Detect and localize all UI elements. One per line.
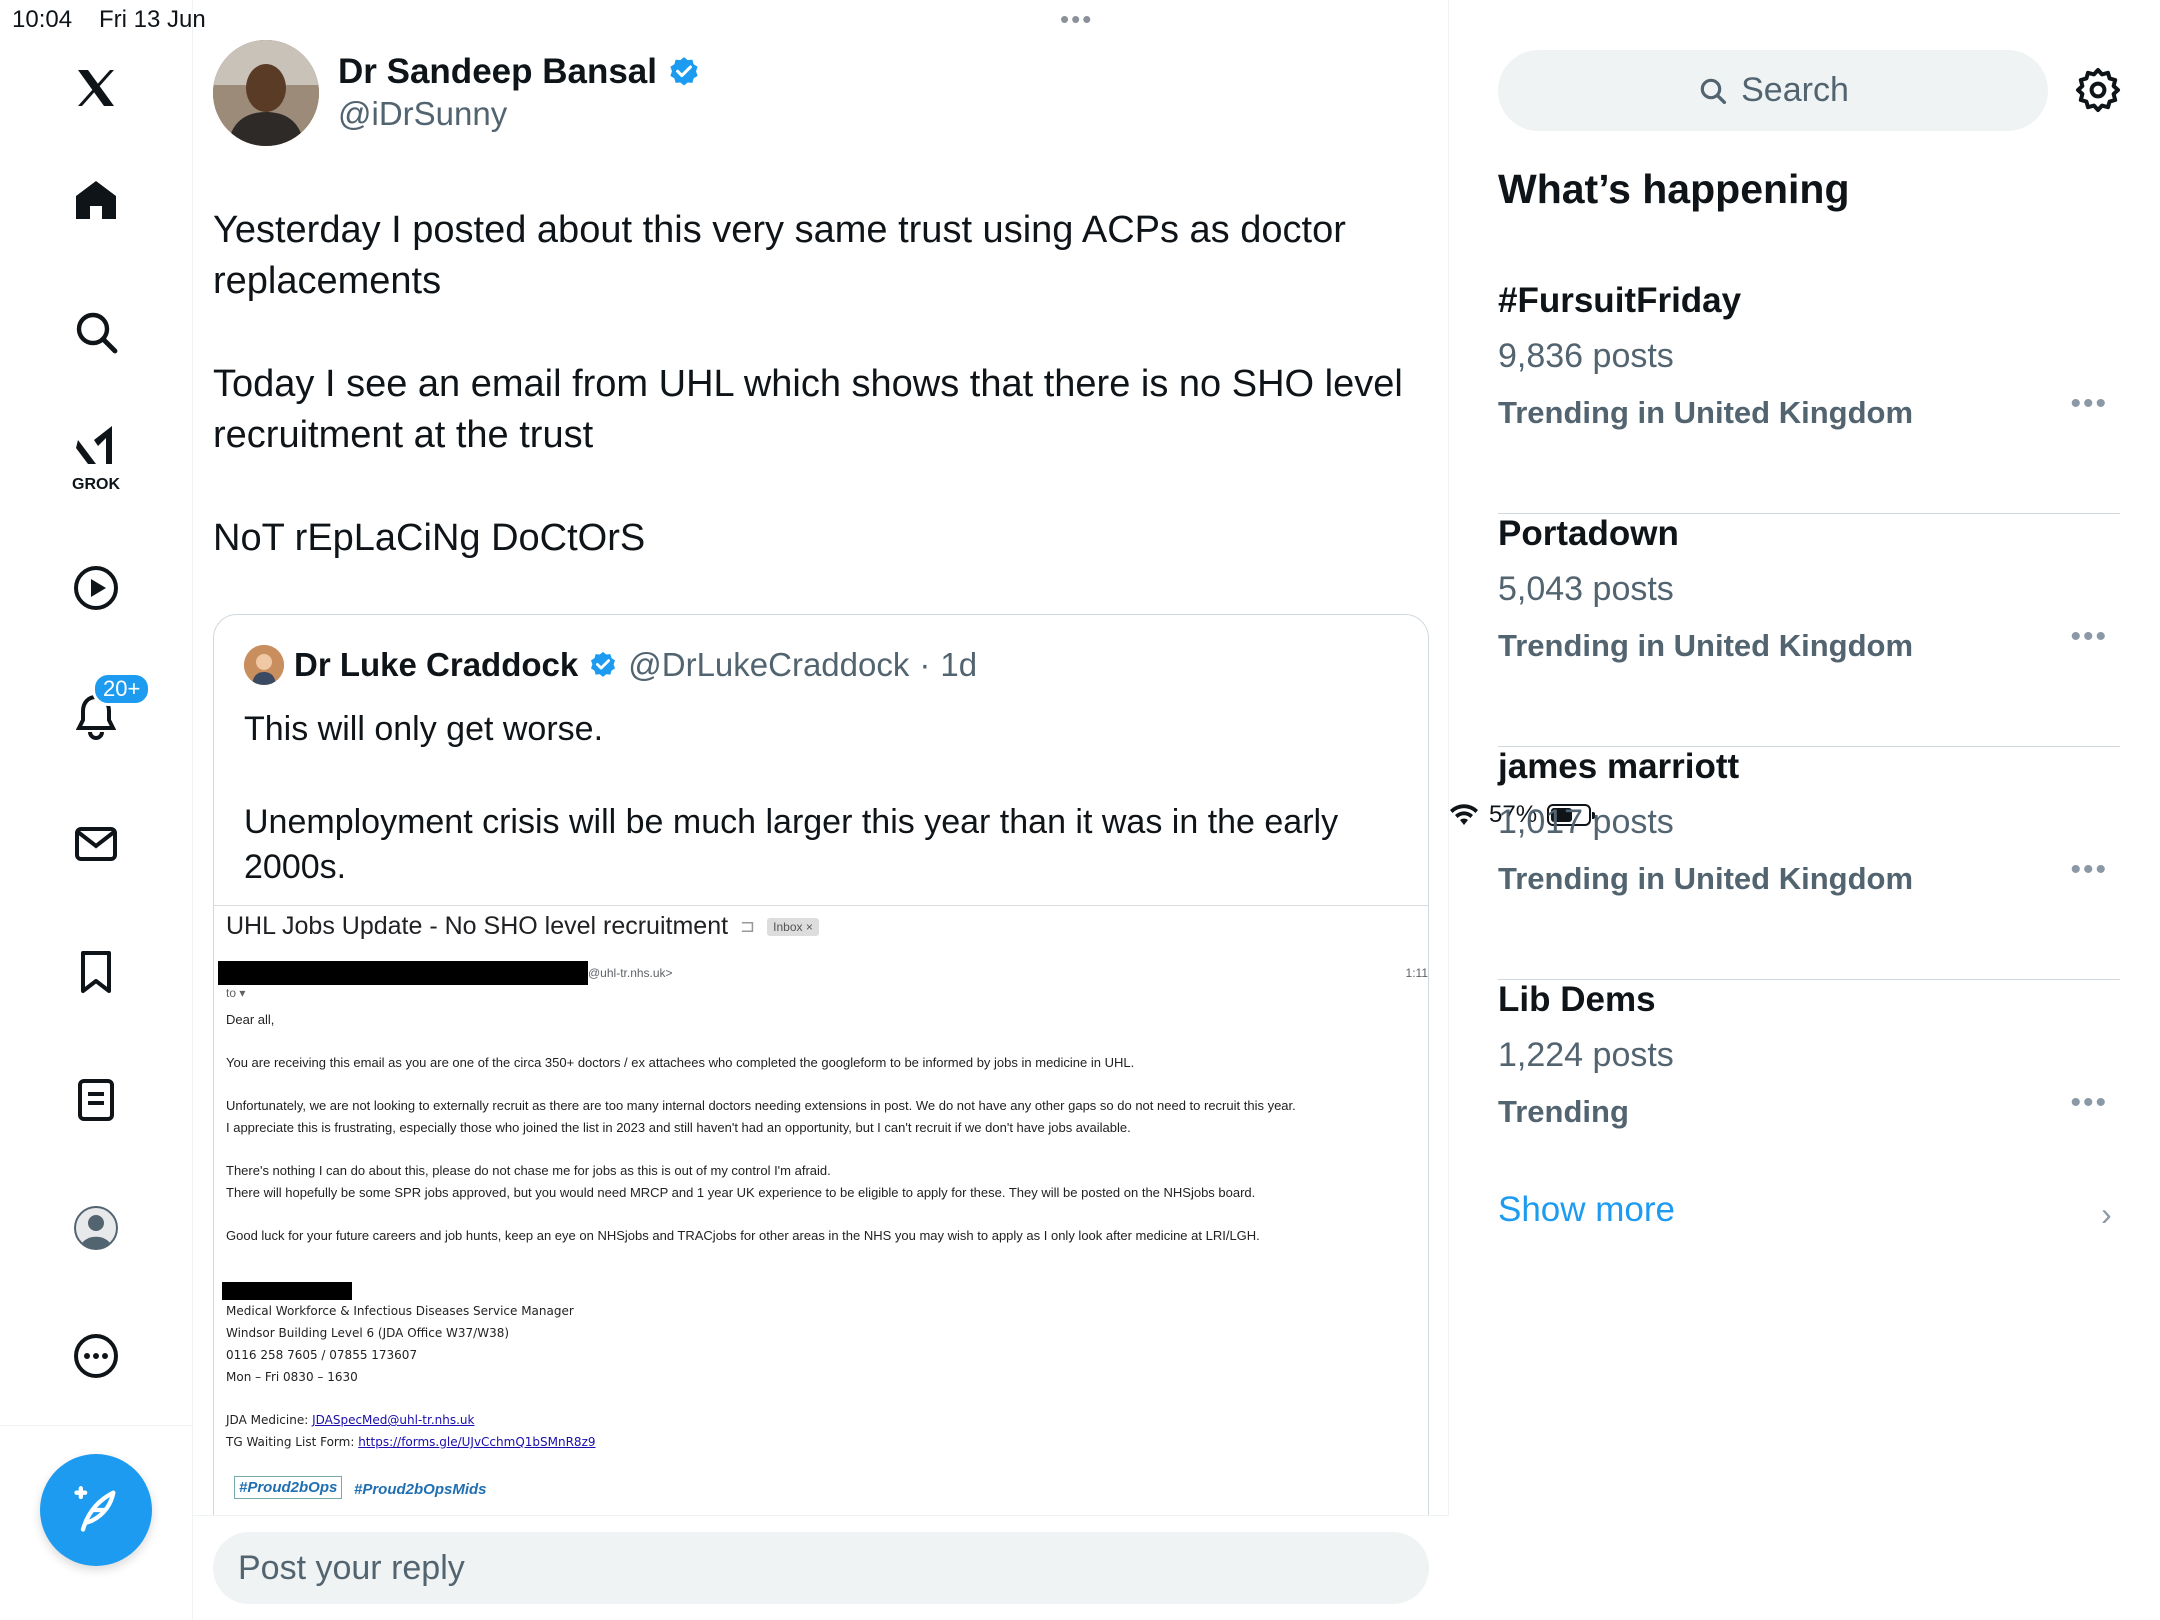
quote-timestamp[interactable]: 1d	[940, 646, 977, 684]
messages-icon[interactable]	[56, 804, 136, 884]
right-sidebar: Search What’s happening #FursuitFriday 9…	[1449, 0, 2160, 1620]
email-subject-row: UHL Jobs Update - No SHO level recruitme…	[226, 912, 819, 941]
profile-icon[interactable]	[56, 1188, 136, 1268]
redacted-signature-name	[222, 1282, 352, 1300]
verified-icon	[591, 651, 616, 677]
search-icon	[1700, 78, 1727, 104]
quote-author-handle[interactable]: @DrLukeCraddock	[628, 646, 909, 684]
explore-icon[interactable]	[56, 292, 136, 372]
notifications-badge: 20+	[92, 672, 152, 706]
email-screenshot-image[interactable]: UHL Jobs Update - No SHO level recruitme…	[214, 905, 1428, 1613]
reply-bar	[193, 1515, 1449, 1620]
trend-item[interactable]: #FursuitFriday 9,836 posts Trending in U…	[1498, 281, 2120, 514]
quote-text: This will only get worse. Unemployment c…	[244, 707, 1404, 938]
email-line: Unfortunately, we are not looking to ext…	[226, 1098, 1296, 1113]
email-subject: UHL Jobs Update - No SHO level recruitme…	[226, 912, 729, 940]
trend-more-icon[interactable]: •••	[2070, 853, 2108, 887]
trend-name: #FursuitFriday	[1498, 281, 1742, 320]
sig-phone: 0116 258 7605 / 07855 173607	[226, 1348, 418, 1362]
author-name[interactable]: Dr Sandeep Bansal	[338, 52, 657, 92]
email-line: There will hopefully be some SPR jobs ap…	[226, 1185, 1256, 1200]
settings-icon[interactable]	[2074, 66, 2122, 114]
left-nav: GROK 20+	[0, 0, 193, 1620]
trend-more-icon[interactable]: •••	[2070, 1086, 2108, 1120]
quote-author-avatar[interactable]	[244, 645, 284, 685]
compose-icon	[74, 1486, 116, 1532]
trend-posts: 9,836 posts	[1498, 337, 1674, 375]
proud2bops-logo: #Proud2bOps	[234, 1476, 343, 1499]
grok-label: GROK	[72, 476, 120, 493]
sig-tg-row: TG Waiting List Form: https://forms.gle/…	[226, 1431, 596, 1453]
quote-author-name[interactable]: Dr Luke Craddock	[294, 646, 578, 684]
email-line: I appreciate this is frustrating, especi…	[226, 1120, 1131, 1135]
lists-icon[interactable]	[56, 1060, 136, 1140]
trend-name: Lib Dems	[1498, 980, 1656, 1019]
chevron-right-icon[interactable]: ›	[2101, 1196, 2112, 1233]
email-from-domain: @uhl-tr.nhs.uk>	[588, 966, 673, 980]
sig-jda-label: JDA Medicine:	[226, 1413, 313, 1427]
email-line: Good luck for your future careers and jo…	[226, 1228, 1260, 1243]
trend-posts: 1,017 posts	[1498, 803, 1674, 841]
home-icon[interactable]	[56, 160, 136, 240]
trend-posts: 1,224 posts	[1498, 1036, 1674, 1074]
sig-tg-label: TG Waiting List Form:	[226, 1435, 359, 1449]
trend-item[interactable]: Portadown 5,043 posts Trending in United…	[1498, 514, 2120, 747]
sig-tg-link: https://forms.gle/UJvCchmQ1bSMnR8z9	[358, 1435, 596, 1449]
more-icon[interactable]	[56, 1316, 136, 1396]
search-label: Search	[1741, 71, 1849, 109]
tweet-paragraph: NoT rEpLaCiNg DoCtOrS	[213, 517, 646, 559]
quote-paragraph: Unemployment crisis will be much larger …	[244, 803, 1339, 886]
quote-paragraph: This will only get worse.	[244, 710, 604, 748]
quote-header: Dr Luke Craddock @DrLukeCraddock · 1d	[244, 645, 977, 685]
notifications-icon[interactable]: 20+	[56, 672, 152, 756]
show-more-link[interactable]: Show more	[1498, 1190, 1675, 1230]
label-arrow-icon: ⊐	[740, 916, 756, 936]
author-avatar[interactable]	[213, 40, 319, 146]
proud2bopsmids-logo: #Proud2bOpsMids	[354, 1481, 487, 1498]
trend-context: Trending	[1498, 1094, 1629, 1129]
whats-happening-title: What’s happening	[1498, 166, 1850, 212]
search-box[interactable]: Search	[1498, 50, 2048, 131]
trend-context: Trending in United Kingdom	[1498, 395, 1914, 430]
email-line: You are receiving this email as you are …	[226, 1055, 1135, 1070]
trend-item[interactable]: Lib Dems 1,224 posts Trending •••	[1498, 980, 2120, 1213]
reply-input[interactable]	[213, 1532, 1429, 1604]
tweet-paragraph: Yesterday I posted about this very same …	[213, 209, 1346, 302]
email-greeting: Dear all,	[226, 1012, 275, 1027]
sig-role: Medical Workforce & Infectious Diseases …	[226, 1304, 574, 1318]
author-handle[interactable]: @iDrSunny	[338, 95, 507, 133]
author-name-row[interactable]: Dr Sandeep Bansal	[338, 52, 701, 92]
sig-jda-email-link: JDASpecMed@uhl-tr.nhs.uk	[312, 1413, 475, 1427]
trend-more-icon[interactable]: •••	[2070, 620, 2108, 654]
tweet-text: Yesterday I posted about this very same …	[213, 205, 1443, 616]
sig-hours: Mon – Fri 0830 – 1630	[226, 1370, 358, 1384]
redacted-sender	[218, 961, 588, 985]
video-icon[interactable]	[56, 548, 136, 628]
trend-posts: 5,043 posts	[1498, 570, 1674, 608]
email-body: Dear all, You are receiving this email a…	[226, 1009, 1421, 1247]
grok-icon[interactable]: GROK	[56, 416, 136, 496]
trend-context: Trending in United Kingdom	[1498, 628, 1914, 663]
compose-button[interactable]	[40, 1454, 152, 1566]
quote-separator: ·	[919, 646, 931, 683]
trend-context: Trending in United Kingdom	[1498, 861, 1914, 896]
sig-jda-row: JDA Medicine: JDASpecMed@uhl-tr.nhs.uk	[226, 1409, 596, 1431]
bookmarks-icon[interactable]	[56, 932, 136, 1012]
trend-name: james marriott	[1498, 747, 1740, 786]
nav-divider	[0, 1425, 193, 1426]
quoted-tweet[interactable]: Dr Luke Craddock @DrLukeCraddock · 1d Th…	[213, 614, 1429, 1614]
x-logo-icon[interactable]	[56, 48, 136, 128]
trend-more-icon[interactable]: •••	[2070, 387, 2108, 421]
main-column: Dr Sandeep Bansal @iDrSunny Yesterday I …	[193, 0, 1449, 1620]
verified-icon	[670, 57, 698, 86]
email-to: to ▾	[226, 986, 246, 1000]
email-time: 1:11	[1405, 966, 1428, 980]
trend-name: Portadown	[1498, 514, 1679, 553]
trend-item[interactable]: james marriott 1,017 posts Trending in U…	[1498, 747, 2120, 980]
email-line: There's nothing I can do about this, ple…	[226, 1163, 831, 1178]
inbox-chip: Inbox ×	[767, 917, 819, 936]
tweet-paragraph: Today I see an email from UHL which show…	[213, 363, 1403, 456]
email-signature: Medical Workforce & Infectious Diseases …	[226, 1300, 596, 1453]
sig-building: Windsor Building Level 6 (JDA Office W37…	[226, 1326, 510, 1340]
